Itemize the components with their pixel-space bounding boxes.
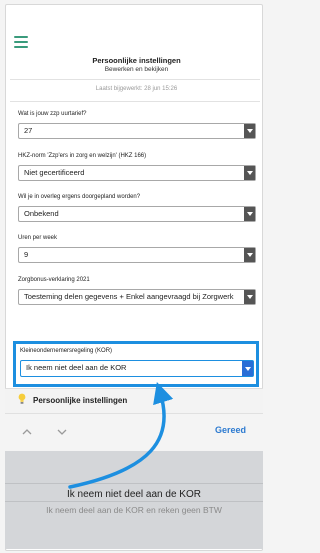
field-label: Zorgbonus-verklaring 2021: [18, 277, 90, 283]
select-value: 27: [24, 126, 33, 135]
menu-icon[interactable]: [14, 36, 28, 48]
dropdown-arrow-icon: [244, 124, 255, 138]
field-doorgepland: Wil je in overleg ergens doorgepland wor…: [18, 194, 256, 222]
section-bar: Persoonlijke instellingen: [5, 388, 263, 413]
page-subtitle: Bewerken en bekijken: [104, 66, 169, 73]
dropdown-arrow-icon: [244, 207, 255, 221]
select-value: Niet gecertificeerd: [24, 168, 85, 177]
dropdown-arrow-icon: [244, 166, 255, 180]
page-title: Persoonlijke instellingen: [92, 56, 181, 65]
select-value: 9: [24, 250, 29, 259]
hourly-rate-select[interactable]: 27: [18, 123, 256, 139]
field-label: Kleineondernemersregeling (KOR): [20, 348, 113, 354]
picker-divider: [5, 483, 263, 484]
dropdown-arrow-icon: [242, 361, 253, 376]
dropdown-arrow-icon: [244, 248, 255, 262]
picker-divider: [5, 501, 263, 502]
divider: [10, 101, 260, 102]
chevron-down-icon[interactable]: [57, 427, 67, 437]
field-zorgbonus: Zorgbonus-verklaring 2021 Toesteming del…: [18, 277, 256, 305]
section-bar-title: Persoonlijke instellingen: [33, 396, 128, 405]
field-hourly-rate: Wat is jouw zzp uurtarief? 27: [18, 111, 256, 139]
field-hours-per-week: Uren per week 9: [18, 235, 256, 263]
picker-option[interactable]: Ik neem deel aan de KOR en reken geen BT…: [5, 505, 263, 515]
field-label: HKZ-norm 'Zzp'ers in zorg en welzijn' (H…: [18, 153, 147, 159]
zorgbonus-select[interactable]: Toesteming delen gegevens + Enkel aangev…: [18, 289, 256, 305]
option-picker[interactable]: Ik neem niet deel aan de KOR Ik neem dee…: [5, 451, 263, 549]
chevron-up-icon[interactable]: [22, 427, 32, 437]
done-button[interactable]: Gereed: [215, 425, 246, 435]
dropdown-arrow-icon: [244, 290, 255, 304]
divider: [10, 79, 260, 80]
kor-select[interactable]: Ik neem niet deel aan de KOR: [20, 360, 254, 377]
field-label: Wat is jouw zzp uurtarief?: [18, 111, 87, 117]
field-label: Uren per week: [18, 235, 58, 241]
lightbulb-icon: [18, 393, 26, 404]
field-hkz-norm: HKZ-norm 'Zzp'ers in zorg en welzijn' (H…: [18, 153, 256, 181]
select-value: Ik neem niet deel aan de KOR: [26, 363, 127, 372]
select-value: Onbekend: [24, 209, 59, 218]
picker-toolbar: Gereed: [5, 413, 263, 451]
select-value: Toesteming delen gegevens + Enkel aangev…: [24, 292, 234, 301]
hkz-norm-select[interactable]: Niet gecertificeerd: [18, 165, 256, 181]
picker-option-selected[interactable]: Ik neem niet deel aan de KOR: [5, 489, 263, 500]
hours-per-week-select[interactable]: 9: [18, 247, 256, 263]
kor-field-highlight: Kleineondernemersregeling (KOR) Ik neem …: [13, 341, 259, 387]
field-label: Wil je in overleg ergens doorgepland wor…: [18, 194, 141, 200]
last-updated: Laatst bijgewerkt: 28 jun 15:26: [95, 86, 178, 92]
doorgepland-select[interactable]: Onbekend: [18, 206, 256, 222]
